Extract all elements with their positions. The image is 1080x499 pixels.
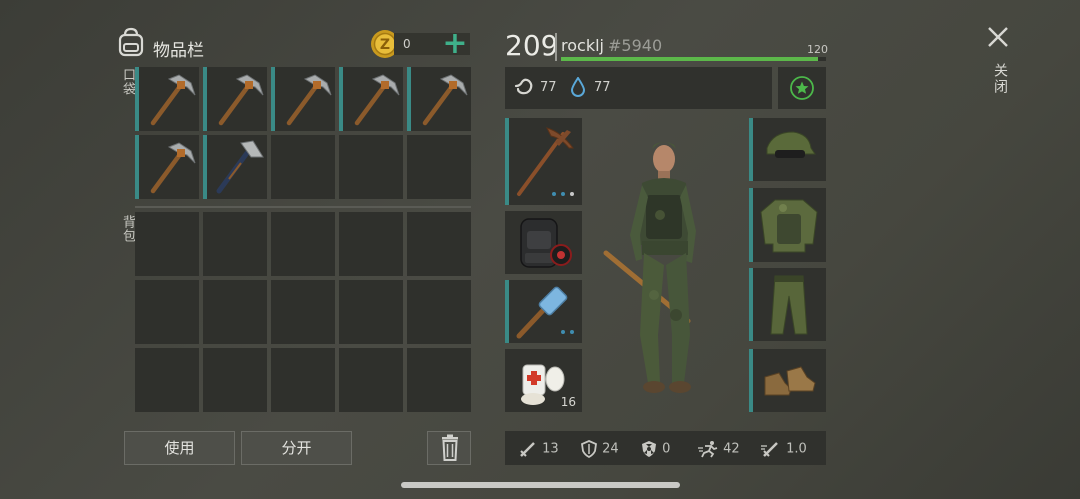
- medkit-count: 16: [560, 395, 576, 409]
- food-value: 77: [540, 80, 557, 95]
- pocket-slot-2[interactable]: [203, 67, 267, 131]
- xp-bar-track: [561, 57, 826, 61]
- backpack-slot[interactable]: [407, 212, 471, 276]
- pants-icon: [770, 275, 808, 335]
- use-button[interactable]: 使用: [124, 431, 235, 465]
- home-indicator[interactable]: [401, 482, 680, 488]
- radiation-stat: 0: [640, 440, 670, 458]
- player-level: 209: [505, 29, 559, 62]
- backpack-slot[interactable]: [271, 212, 335, 276]
- weapon-slot[interactable]: [505, 118, 582, 205]
- backpack-slot[interactable]: [339, 280, 403, 344]
- backpack-slot[interactable]: [203, 280, 267, 344]
- coin-balance: 0: [403, 37, 411, 51]
- backpack-slot[interactable]: [339, 348, 403, 412]
- backpack-slot[interactable]: [271, 280, 335, 344]
- character-figure: [600, 135, 720, 400]
- multiplier-sword-icon: [761, 442, 778, 457]
- armor-stat: 24: [580, 440, 619, 459]
- xp-bar-fill: [561, 57, 819, 61]
- pocket-slot-6[interactable]: [135, 135, 199, 199]
- pickaxe-icon: [218, 74, 264, 126]
- backpack-slot[interactable]: [135, 348, 199, 412]
- water-drop-icon: [570, 76, 586, 101]
- boots-icon: [764, 366, 816, 396]
- head-slot[interactable]: [749, 118, 826, 181]
- cap-icon: [766, 131, 816, 158]
- multiplier-stat: 1.0: [760, 440, 807, 458]
- pocket-slot-8[interactable]: [271, 135, 335, 199]
- backpack-equip-slot[interactable]: [505, 211, 582, 274]
- radiation-value: 0: [662, 441, 671, 457]
- backpack-slot[interactable]: [339, 212, 403, 276]
- pocket-slot-10[interactable]: [407, 135, 471, 199]
- pocket-slot-1[interactable]: [135, 67, 199, 131]
- pocket-slot-9[interactable]: [339, 135, 403, 199]
- consumable-slot[interactable]: 16: [505, 349, 582, 412]
- status-star-button[interactable]: [790, 76, 814, 104]
- multiplier-value: 1.0: [786, 441, 807, 457]
- durability-dots: [560, 319, 574, 338]
- jacket-icon: [760, 199, 818, 253]
- player-name: rocklj: [561, 36, 604, 55]
- attack-stat: 13: [518, 440, 559, 458]
- running-icon: [698, 441, 718, 458]
- durability-dots: [551, 181, 574, 200]
- radiation-shield-icon: [642, 441, 656, 457]
- backpack-item-icon: [520, 218, 572, 268]
- backpack-slot[interactable]: [135, 212, 199, 276]
- water-value: 77: [594, 80, 611, 95]
- backpack-slot[interactable]: [407, 348, 471, 412]
- speed-value: 42: [723, 441, 740, 457]
- svg-text:Z: Z: [380, 37, 390, 53]
- pocket-slot-7[interactable]: [203, 135, 267, 199]
- backpack-icon: [117, 27, 145, 57]
- melee-slot[interactable]: [505, 280, 582, 343]
- legs-slot[interactable]: [749, 268, 826, 341]
- pickaxe-icon: [286, 74, 332, 126]
- stomach-icon: [514, 78, 534, 100]
- shield-icon: [581, 440, 597, 459]
- xp-max: 120: [807, 43, 828, 56]
- backpack-slot[interactable]: [271, 348, 335, 412]
- star-icon: [790, 76, 814, 100]
- pocket-slot-4[interactable]: [339, 67, 403, 131]
- pocket-slot-5[interactable]: [407, 67, 471, 131]
- pickaxe-icon: [150, 74, 196, 126]
- pickaxe-icon: [150, 142, 196, 194]
- trash-icon: [442, 434, 458, 461]
- armor-value: 24: [602, 441, 619, 457]
- speed-stat: 42: [697, 440, 740, 458]
- backpack-slot[interactable]: [203, 348, 267, 412]
- close-label: 关闭: [992, 63, 1008, 95]
- close-icon: [988, 27, 1008, 47]
- add-icon: +: [442, 26, 468, 61]
- hatchet-icon: [216, 140, 264, 194]
- pickaxe-icon: [354, 74, 400, 126]
- add-coins-button[interactable]: +: [442, 26, 468, 61]
- feet-slot[interactable]: [749, 349, 826, 412]
- player-tag: #5940: [608, 36, 663, 55]
- inventory-title: 物品栏: [153, 41, 204, 61]
- trash-button[interactable]: [427, 431, 471, 465]
- section-divider: [135, 206, 471, 208]
- pickaxe-icon: [422, 74, 468, 126]
- backpack-slot[interactable]: [203, 212, 267, 276]
- sword-icon: [520, 442, 535, 457]
- backpack-slot[interactable]: [135, 280, 199, 344]
- body-slot[interactable]: [749, 188, 826, 262]
- close-button[interactable]: 关闭: [984, 23, 1012, 103]
- pocket-slot-3[interactable]: [271, 67, 335, 131]
- level-separator: [555, 33, 557, 61]
- split-button[interactable]: 分开: [241, 431, 352, 465]
- backpack-slot[interactable]: [407, 280, 471, 344]
- attack-value: 13: [542, 441, 559, 457]
